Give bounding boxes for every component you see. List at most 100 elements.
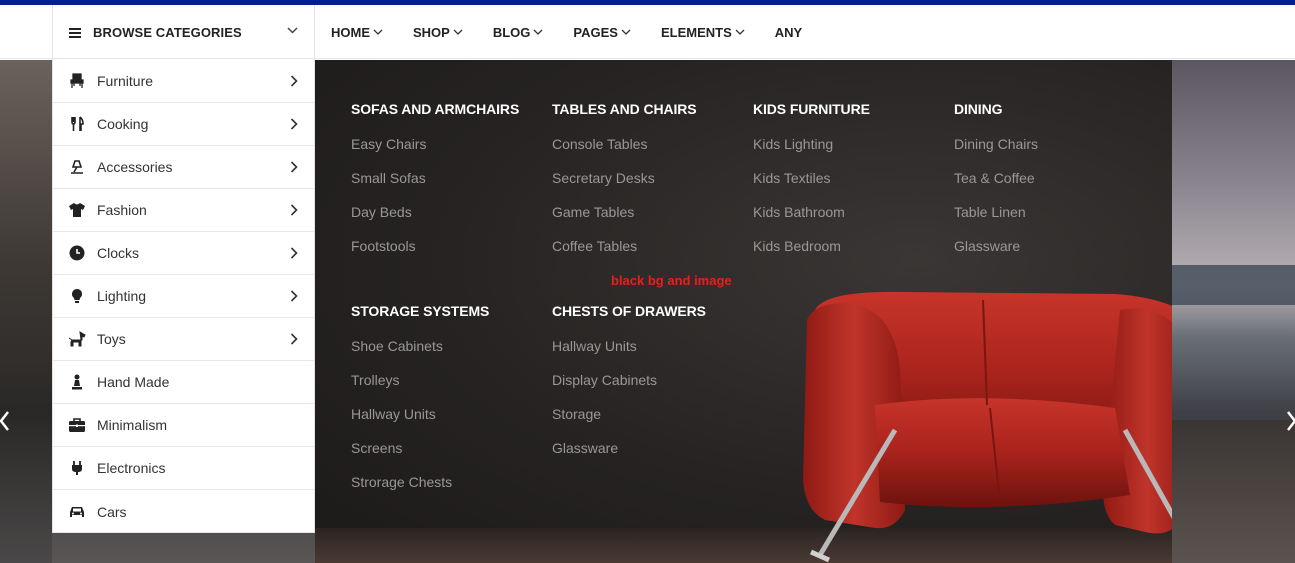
tshirt-icon [68,201,86,219]
slider-next-arrow-icon[interactable] [1284,410,1295,432]
browse-categories-label: BROWSE CATEGORIES [93,25,242,40]
nav-label: ANY [774,25,803,40]
mega-column-chests: CHESTS OF DRAWERS Hallway Units Display … [552,303,706,475]
nav-label: ELEMENTS [660,25,732,40]
nav-label: PAGES [573,25,618,40]
mega-link[interactable]: Day Beds [351,205,519,239]
category-electronics[interactable]: Electronics [53,447,314,490]
nav-blog[interactable]: BLOG [493,5,544,60]
chevron-down-icon [453,29,463,35]
category-label: Accessories [97,159,173,175]
chevron-right-icon [290,118,298,130]
chevron-down-icon [735,29,745,35]
mega-column-title: STORAGE SYSTEMS [351,303,490,319]
hero-floor [1172,420,1295,563]
nav-pages[interactable]: PAGES [573,5,631,60]
plug-icon [68,459,86,477]
nav-any[interactable]: ANY [775,5,802,60]
mega-link[interactable]: Console Tables [552,137,697,171]
mega-link[interactable]: Trolleys [351,373,489,407]
chevron-right-icon [290,204,298,216]
chevron-down-icon [287,27,298,34]
mega-link[interactable]: Screens [351,441,489,475]
category-furniture[interactable]: Furniture [53,60,314,103]
mega-link[interactable]: Kids Lighting [753,137,870,171]
chevron-right-icon [290,333,298,345]
category-label: Cars [97,503,127,520]
lamp-icon [68,158,86,176]
nav-elements[interactable]: ELEMENTS [660,5,745,61]
horse-icon [68,330,86,348]
mega-link[interactable]: Secretary Desks [552,171,697,205]
category-lighting[interactable]: Lighting [53,275,314,318]
mega-link[interactable]: Hallway Units [351,407,489,441]
mega-link[interactable]: Storage [552,407,706,441]
mega-link[interactable]: Kids Bedroom [753,239,870,273]
main-nav: HOME SHOP BLOG PAGES ELEMENTS ANY [331,5,832,61]
category-label: Furniture [97,73,154,89]
chevron-down-icon [533,29,543,35]
chevron-right-icon [290,247,298,259]
nav-shop[interactable]: SHOP [413,5,463,60]
mega-link[interactable]: Shoe Cabinets [351,339,489,373]
category-label: Hand Made [97,374,170,390]
chevron-right-icon [290,290,298,302]
mega-column-title: KIDS FURNITURE [753,101,870,117]
category-clocks[interactable]: Clocks [53,232,314,275]
browse-categories-toggle[interactable]: BROWSE CATEGORIES [52,5,315,60]
mega-column-tables: TABLES AND CHAIRS Console Tables Secreta… [552,101,697,273]
mega-link[interactable]: Display Cabinets [552,373,706,407]
mega-link[interactable]: Game Tables [552,205,697,239]
mega-column-title: SOFAS AND ARMCHAIRS [351,101,520,117]
mega-link[interactable]: Coffee Tables [552,239,697,273]
cutlery-icon [68,115,86,133]
chevron-right-icon [290,75,298,87]
category-label: Clocks [97,245,140,261]
category-label: Electronics [97,460,166,476]
category-label: Lighting [97,288,147,304]
category-hand-made[interactable]: Hand Made [53,361,314,404]
mega-link[interactable]: Kids Bathroom [753,205,870,239]
mega-link[interactable]: Tea & Coffee [954,171,1038,205]
chevron-right-icon [290,161,298,173]
red-armchair-image [803,291,1172,563]
mega-link[interactable]: Footstools [351,239,519,273]
hero-sea [1172,265,1295,305]
chevron-down-icon [373,29,383,35]
nav-home[interactable]: HOME [331,5,383,60]
slider-prev-arrow-icon[interactable] [0,410,12,432]
mega-link[interactable]: Small Sofas [351,171,519,205]
category-fashion[interactable]: Fashion [53,189,314,232]
category-label: Fashion [97,202,147,218]
mega-link[interactable]: Easy Chairs [351,137,519,171]
mega-link[interactable]: Strorage Chests [351,475,489,509]
nav-label: SHOP [413,25,450,40]
category-toys[interactable]: Toys [53,318,314,361]
chevron-down-icon [621,29,631,35]
mega-column-sofas: SOFAS AND ARMCHAIRS Easy Chairs Small So… [351,101,519,273]
chess-icon [68,373,86,391]
briefcase-icon [68,416,86,434]
hero-background-left [0,60,52,563]
mega-column-title: DINING [954,101,1003,117]
mega-column-title: TABLES AND CHAIRS [552,101,697,117]
category-minimalism[interactable]: Minimalism [53,404,314,447]
mega-link[interactable]: Kids Textiles [753,171,870,205]
nav-label: HOME [331,25,370,40]
mega-link[interactable]: Glassware [954,239,1038,273]
clock-icon [68,244,86,262]
bulb-icon [68,287,86,305]
annotation-note: black bg and image [611,273,732,288]
mega-link[interactable]: Dining Chairs [954,137,1038,171]
nav-label: BLOG [492,25,531,40]
category-sidebar: Furniture Cooking Accessories Fashion Cl… [52,60,315,533]
car-icon [68,503,86,521]
mega-link[interactable]: Table Linen [954,205,1038,239]
category-label: Toys [97,331,126,347]
mega-link[interactable]: Hallway Units [552,339,706,373]
category-accessories[interactable]: Accessories [53,146,314,189]
mega-link[interactable]: Glassware [552,441,706,475]
category-cars[interactable]: Cars [53,490,314,533]
category-label: Minimalism [97,417,167,433]
category-cooking[interactable]: Cooking [53,103,314,146]
